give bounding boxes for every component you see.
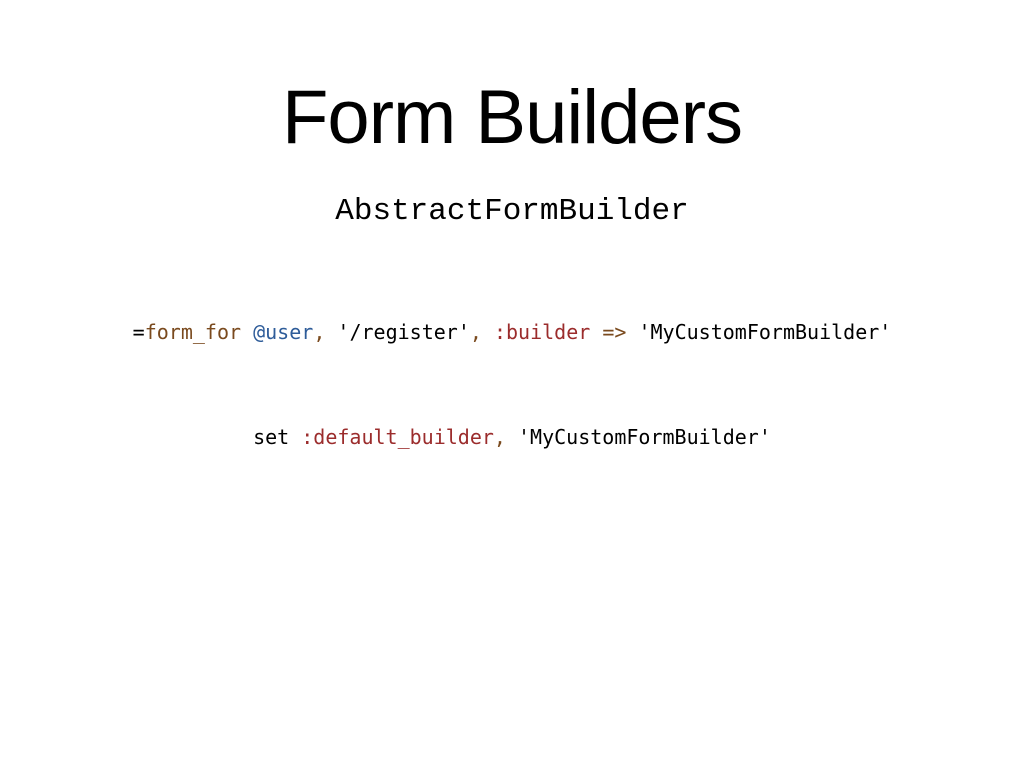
slide: Form Builders AbstractFormBuilder =form_… [0, 0, 1024, 768]
slide-title: Form Builders [282, 75, 743, 160]
code-token: , [493, 425, 519, 449]
code-token: @user [253, 320, 314, 344]
code-token: 'MyCustomFormBuilder' [638, 320, 892, 344]
code-token: => [590, 320, 639, 344]
code-token: , [313, 320, 338, 344]
code-token: = [132, 320, 145, 344]
code-token: :default_builder [301, 425, 494, 449]
code-token: :builder [493, 320, 591, 344]
code-line-form-for: =form_for @user, '/register', :builder =… [0, 319, 1024, 345]
code-token: form_for [144, 320, 242, 344]
code-line-set-default-builder: set :default_builder, 'MyCustomFormBuild… [0, 424, 1024, 450]
code-token: , [469, 320, 494, 344]
code-token: set [253, 425, 302, 449]
slide-subtitle: AbstractFormBuilder [335, 194, 689, 229]
code-token: '/register' [337, 320, 470, 344]
code-token: 'MyCustomFormBuilder' [518, 425, 771, 449]
